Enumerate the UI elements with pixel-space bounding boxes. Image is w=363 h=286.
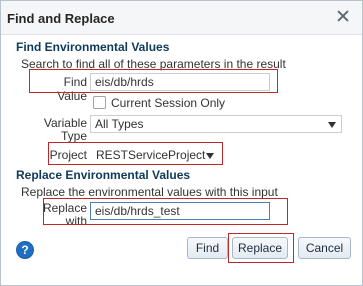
cancel-button[interactable]: Cancel: [298, 237, 351, 259]
help-icon[interactable]: ?: [16, 241, 34, 259]
current-session-checkbox[interactable]: [93, 96, 106, 109]
find-section-title: Find Environmental Values: [16, 40, 170, 54]
replace-section-description: Replace the environmental values with th…: [21, 185, 278, 199]
chevron-down-icon: [328, 122, 336, 128]
replace-with-highlight: [43, 198, 288, 225]
find-button[interactable]: Find: [187, 237, 228, 259]
find-value-highlight: [29, 69, 278, 93]
dialog-header: Find and Replace: [1, 1, 362, 35]
project-highlight: [48, 142, 223, 165]
variable-type-label-line2: Type: [60, 129, 87, 143]
variable-type-label-line1: Variable: [43, 116, 87, 130]
find-replace-dialog: Find and Replace Find Environmental Valu…: [0, 0, 363, 286]
variable-type-select[interactable]: All Types: [90, 115, 342, 133]
replace-button-highlight: [228, 233, 294, 263]
dialog-title: Find and Replace: [7, 11, 115, 26]
close-icon[interactable]: [337, 10, 349, 22]
replace-section-title: Replace Environmental Values: [16, 168, 191, 182]
current-session-label: Current Session Only: [111, 96, 226, 110]
variable-type-value: All Types: [95, 117, 144, 131]
